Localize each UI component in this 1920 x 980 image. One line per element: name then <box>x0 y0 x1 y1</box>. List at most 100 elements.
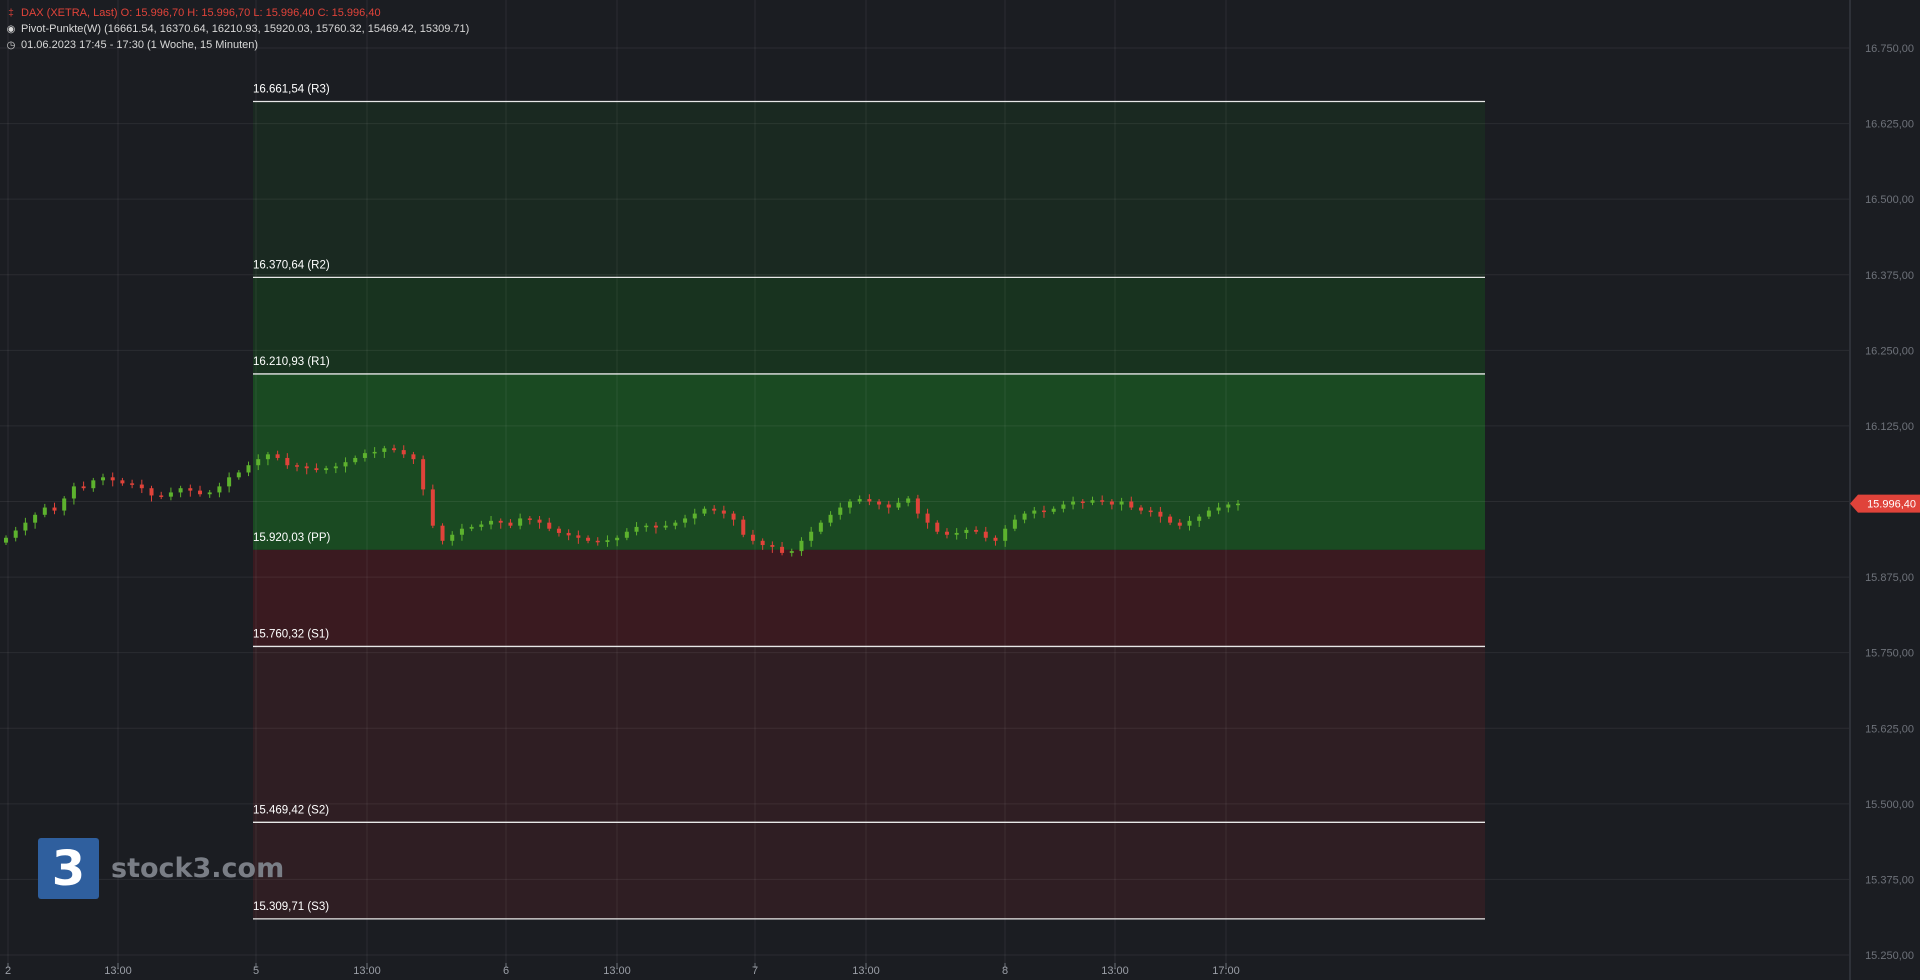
candle-body <box>1003 528 1008 541</box>
candle-body <box>188 488 193 491</box>
x-tick-label: 13:00 <box>603 965 631 977</box>
candle-body <box>721 510 726 514</box>
candle-body <box>120 480 125 484</box>
pivot-label-pp: 15.920,03 (PP) <box>253 532 331 544</box>
x-tick-label: 7 <box>752 965 758 977</box>
x-tick-label: 6 <box>503 965 509 977</box>
candle-body <box>130 483 135 485</box>
period-text: 01.06.2023 17:45 - 17:30 (1 Woche, 15 Mi… <box>21 39 259 51</box>
candle-body <box>576 535 581 538</box>
candle-body <box>33 514 38 523</box>
candle-body <box>886 504 891 508</box>
candle-body <box>663 525 668 528</box>
logo-text: stock3.com <box>111 853 285 884</box>
logo-mark: 3 <box>38 838 99 899</box>
price-axis-panel <box>1850 0 1920 980</box>
candle-body <box>634 526 639 532</box>
candle-body <box>1129 501 1134 508</box>
candle-body <box>110 477 115 481</box>
candle-body <box>673 522 678 526</box>
candle-body <box>605 540 610 543</box>
candle-body <box>683 518 688 523</box>
symbol-ohlc-line: ‡ DAX (XETRA, Last) O: 15.996,70 H: 15.99… <box>6 6 381 21</box>
candle-body <box>624 531 629 538</box>
candle-body <box>653 525 658 528</box>
candle-body <box>343 462 348 467</box>
x-tick-label: 13:00 <box>353 965 381 977</box>
candlestick-icon: ‡ <box>8 8 14 19</box>
candle-body <box>1138 507 1143 511</box>
candle-body <box>925 513 930 523</box>
y-tick-label: 16.375,00 <box>1865 270 1914 282</box>
candle-body <box>401 450 406 455</box>
y-tick-label: 15.500,00 <box>1865 799 1914 811</box>
zone-pp-s1 <box>253 549 1485 647</box>
candle-body <box>1041 510 1046 513</box>
y-tick-label: 16.125,00 <box>1865 421 1914 433</box>
indicator-icon: ◉ <box>6 24 16 35</box>
pivot-label-s1: 15.760,32 (S1) <box>253 628 329 640</box>
candle-body <box>508 522 513 526</box>
candle-body <box>731 513 736 520</box>
candle-body <box>498 520 503 523</box>
candle-body <box>1158 511 1163 517</box>
candle-body <box>1109 501 1114 505</box>
candle-body <box>586 537 591 541</box>
candle-body <box>780 546 785 553</box>
pivot-label-s3: 15.309,71 (S3) <box>253 901 329 913</box>
x-tick-label: 13:00 <box>104 965 132 977</box>
candle-body <box>1216 507 1221 511</box>
candle-body <box>450 534 455 541</box>
candle-body <box>42 507 47 515</box>
candle-body <box>149 488 154 496</box>
y-tick-label: 15.750,00 <box>1865 648 1914 660</box>
candle-body <box>421 459 426 490</box>
y-tick-label: 16.625,00 <box>1865 119 1914 131</box>
candle-body <box>159 495 164 497</box>
candle-body <box>867 499 872 502</box>
candle-body <box>333 466 338 469</box>
x-tick-label: 17:00 <box>1212 965 1240 977</box>
candle-body <box>809 531 814 541</box>
pivot-chart[interactable]: 16.661,54 (R3) 16.370,64 (R2) 16.210,93 (R… <box>0 0 1920 980</box>
zone-s1-s3 <box>253 646 1485 919</box>
candle-body <box>91 480 96 489</box>
candle-body <box>935 522 940 532</box>
candle-body <box>789 551 794 553</box>
candle-body <box>1061 504 1066 509</box>
candle-body <box>256 459 261 466</box>
candle-body <box>52 507 57 511</box>
y-tick-label: 16.750,00 <box>1865 43 1914 55</box>
candle-body <box>799 540 804 552</box>
candle-body <box>1197 516 1202 521</box>
y-tick-label: 15.625,00 <box>1865 723 1914 735</box>
candle-body <box>964 529 969 533</box>
candle-body <box>1177 522 1182 526</box>
candle-body <box>479 524 484 527</box>
candle-body <box>1071 501 1076 505</box>
candle-body <box>896 502 901 508</box>
candle-body <box>1090 500 1095 503</box>
candle-body <box>1080 501 1085 503</box>
clock-icon: ◷ <box>6 40 16 51</box>
zone-r3-r2 <box>253 101 1485 278</box>
candle-body <box>847 501 852 508</box>
candle-body <box>71 486 76 499</box>
candle-body <box>993 537 998 541</box>
x-tick-label: 13:00 <box>852 965 880 977</box>
candle-body <box>838 507 843 515</box>
symbol-ohlc-text: DAX (XETRA, Last) O: 15.996,70 H: 15.996… <box>21 7 381 19</box>
last-price-label: 15.996,40 <box>1867 499 1916 511</box>
pivot-label-r3: 16.661,54 (R3) <box>253 83 330 95</box>
stock3-logo: 3 stock3.com <box>38 838 284 899</box>
x-tick-label: 8 <box>1002 965 1008 977</box>
candle-body <box>527 518 532 520</box>
x-tick-label: 13:00 <box>1101 965 1129 977</box>
candle-body <box>392 448 397 451</box>
candle-body <box>944 531 949 535</box>
candle-body <box>81 486 86 489</box>
candle-body <box>566 532 571 536</box>
candle-body <box>382 448 387 452</box>
candle-body <box>372 451 377 454</box>
candle-body <box>1022 513 1027 520</box>
